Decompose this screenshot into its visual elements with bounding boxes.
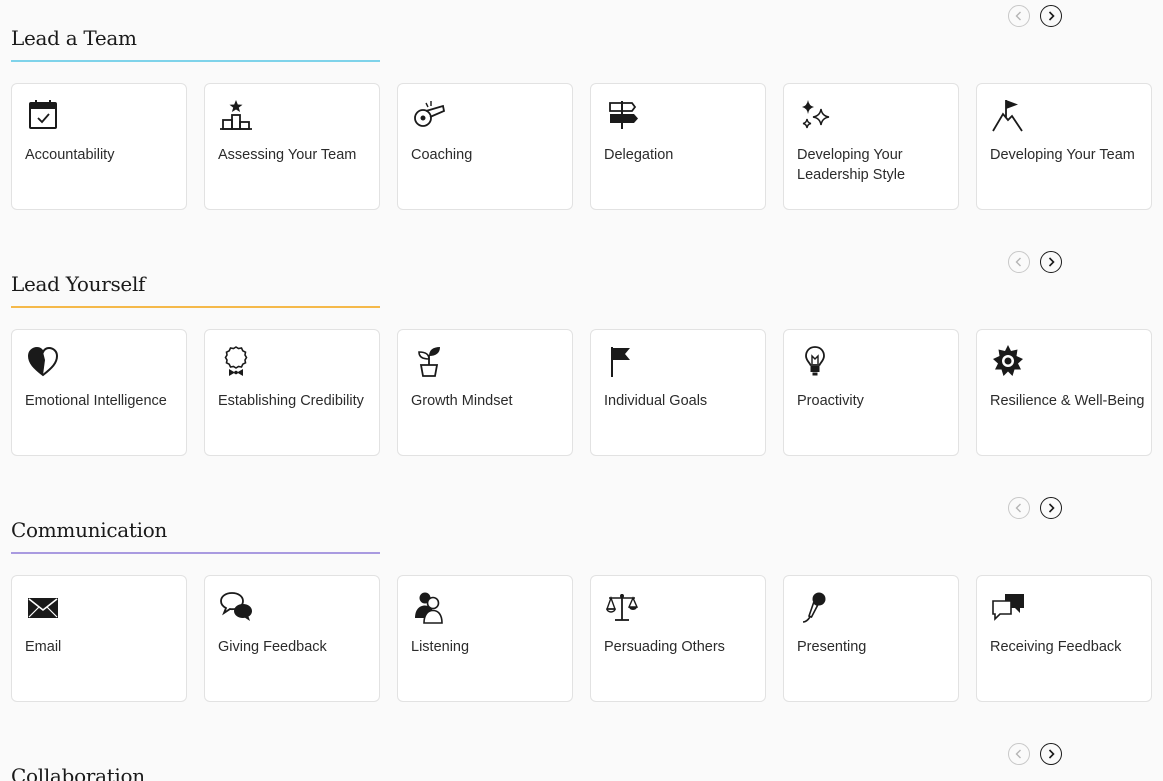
carousel-nav — [1008, 743, 1066, 767]
section-header: Lead a Team — [11, 26, 380, 62]
topic-card-label: Coaching — [411, 147, 473, 163]
chevron-right-icon — [1048, 503, 1055, 513]
mountain-flag-icon — [991, 98, 1025, 132]
chevron-right-icon — [1048, 257, 1055, 267]
topic-card-developing-your-team[interactable]: Developing Your Team — [976, 83, 1152, 210]
section-title: Lead Yourself — [11, 272, 146, 296]
carousel-prev-button[interactable] — [1008, 743, 1030, 765]
topic-card-label: Giving Feedback — [218, 639, 327, 655]
chevron-right-icon — [1048, 11, 1055, 21]
topic-card-emotional-intelligence[interactable]: Emotional Intelligence — [11, 329, 187, 456]
topic-card-label: Listening — [411, 639, 470, 655]
topic-card-developing-leadership-style[interactable]: Developing Your Leadership Style — [783, 83, 959, 210]
carousel-next-button[interactable] — [1040, 743, 1062, 765]
topic-card-individual-goals[interactable]: Individual Goals — [590, 329, 766, 456]
signpost-icon — [605, 98, 639, 132]
chevron-left-icon — [1015, 11, 1021, 21]
carousel-prev-button[interactable] — [1008, 497, 1030, 519]
topic-card-label: Presenting — [797, 639, 867, 655]
section-header: Lead Yourself — [11, 272, 380, 308]
section-underline — [11, 552, 380, 554]
topic-card-delegation[interactable]: Delegation — [590, 83, 766, 210]
carousel-next-button[interactable] — [1040, 251, 1062, 273]
section-title: Lead a Team — [11, 26, 137, 50]
topic-card-label: Proactivity — [797, 393, 864, 409]
topic-card-proactivity[interactable]: Proactivity — [783, 329, 959, 456]
topic-card-label: Email — [25, 639, 62, 655]
topic-card-label: Delegation — [604, 147, 674, 163]
carousel-prev-button[interactable] — [1008, 5, 1030, 27]
section-header: Collaboration — [11, 764, 380, 781]
carousel-next-button[interactable] — [1040, 5, 1062, 27]
topic-card-label: Growth Mindset — [411, 393, 513, 409]
lightbulb-icon — [798, 344, 832, 378]
card-row: Emotional Intelligence Establishing Cred… — [11, 329, 1153, 457]
section-collaboration: Collaboration — [0, 738, 1163, 781]
topic-card-resilience-well-being[interactable]: Resilience & Well-Being — [976, 329, 1152, 456]
podium-star-icon — [219, 98, 253, 132]
topic-card-establishing-credibility[interactable]: Establishing Credibility — [204, 329, 380, 456]
chevron-left-icon — [1015, 749, 1021, 759]
topic-card-growth-mindset[interactable]: Growth Mindset — [397, 329, 573, 456]
chevron-left-icon — [1015, 503, 1021, 513]
card-row: Email Giving Feedback Listening Persuadi… — [11, 575, 1153, 703]
topic-card-listening[interactable]: Listening — [397, 575, 573, 702]
carousel-prev-button[interactable] — [1008, 251, 1030, 273]
topic-card-label: Emotional Intelligence — [25, 393, 167, 409]
award-badge-icon — [219, 344, 253, 378]
topic-card-coaching[interactable]: Coaching — [397, 83, 573, 210]
chat-bubbles-icon — [991, 590, 1025, 624]
section-header: Communication — [11, 518, 380, 554]
topic-card-persuading-others[interactable]: Persuading Others — [590, 575, 766, 702]
whistle-icon — [412, 98, 446, 132]
section-communication: Communication Email Giving Feedback List… — [0, 492, 1163, 738]
topic-card-assessing-your-team[interactable]: Assessing Your Team — [204, 83, 380, 210]
envelope-icon — [26, 590, 60, 624]
topic-card-label: Persuading Others — [604, 639, 725, 655]
topic-card-label: Individual Goals — [604, 393, 708, 409]
section-underline — [11, 306, 380, 308]
topic-card-receiving-feedback[interactable]: Receiving Feedback — [976, 575, 1152, 702]
speech-bubbles-icon — [219, 590, 253, 624]
sun-icon — [991, 344, 1025, 378]
calendar-check-icon — [26, 98, 60, 132]
carousel-nav — [1008, 497, 1066, 521]
topic-card-accountability[interactable]: Accountability — [11, 83, 187, 210]
section-title: Communication — [11, 518, 168, 542]
chevron-left-icon — [1015, 257, 1021, 267]
carousel-nav — [1008, 251, 1066, 275]
section-title: Collaboration — [11, 764, 145, 781]
topic-card-label: Establishing Credibility — [218, 393, 364, 409]
sparkles-icon — [798, 98, 832, 132]
flag-icon — [605, 344, 639, 378]
topic-card-presenting[interactable]: Presenting — [783, 575, 959, 702]
topic-card-label: Accountability — [25, 147, 115, 163]
card-row: Accountability Assessing Your Team Coach… — [11, 83, 1153, 211]
topic-card-email[interactable]: Email — [11, 575, 187, 702]
carousel-next-button[interactable] — [1040, 497, 1062, 519]
topic-card-label: Resilience & Well-Being — [990, 393, 1145, 409]
carousel-nav — [1008, 5, 1066, 29]
two-people-icon — [412, 590, 446, 624]
scales-icon — [605, 590, 639, 624]
chevron-right-icon — [1048, 749, 1055, 759]
seedling-pot-icon — [412, 344, 446, 378]
section-lead-yourself: Lead Yourself Emotional Intelligence Est… — [0, 246, 1163, 492]
topic-card-giving-feedback[interactable]: Giving Feedback — [204, 575, 380, 702]
microphone-icon — [798, 590, 832, 624]
topic-card-label: Developing Your Leadership Style — [797, 147, 906, 183]
topic-card-label: Receiving Feedback — [990, 639, 1122, 655]
half-heart-icon — [26, 344, 60, 378]
topic-card-label: Developing Your Team — [990, 147, 1135, 163]
section-lead-a-team: Lead a Team Accountability Assessing You… — [0, 0, 1163, 246]
topic-card-label: Assessing Your Team — [218, 147, 357, 163]
section-underline — [11, 60, 380, 62]
